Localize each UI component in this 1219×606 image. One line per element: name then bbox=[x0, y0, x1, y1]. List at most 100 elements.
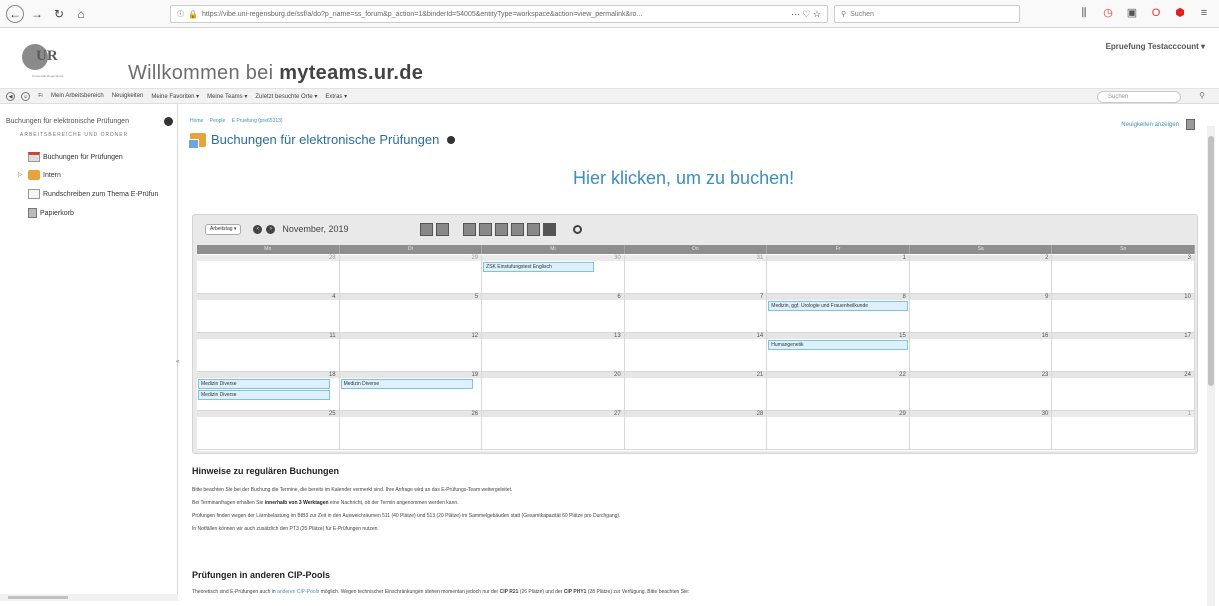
browser-search[interactable]: ⚲ Suchen bbox=[834, 5, 1020, 23]
menu-favorites[interactable]: Meine Favoriten ▾ bbox=[151, 93, 199, 100]
calendar-day[interactable]: 10 bbox=[1052, 294, 1195, 333]
calendar-day[interactable]: 14 bbox=[624, 333, 768, 372]
menu-extras[interactable]: Extras ▾ bbox=[325, 93, 347, 100]
site-header: UR Universität Regensburg Willkommen bei… bbox=[0, 28, 1219, 88]
view-workweek-button[interactable] bbox=[463, 222, 477, 236]
view-day-button[interactable] bbox=[420, 222, 434, 236]
day-number: 2 bbox=[1045, 255, 1049, 261]
gear-icon[interactable] bbox=[447, 135, 456, 144]
filr-icon[interactable]: Fi bbox=[36, 92, 45, 101]
calendar-day[interactable]: 15 bbox=[767, 333, 910, 372]
people-icon[interactable]: ☺ bbox=[21, 91, 30, 101]
breadcrumb-home[interactable]: Home bbox=[190, 118, 203, 124]
university-logo[interactable]: UR Universität Regensburg bbox=[22, 44, 64, 84]
sidebar-item-circulars[interactable]: Rundschreiben zum Thema E-Prüfun bbox=[28, 189, 158, 199]
view-month-button[interactable] bbox=[511, 222, 525, 236]
calendar-day[interactable]: 6 bbox=[482, 294, 625, 333]
search-icon[interactable]: ⚲ bbox=[1199, 91, 1205, 100]
calendar-day[interactable]: 31 bbox=[624, 255, 768, 294]
horizontal-scrollbar[interactable] bbox=[0, 594, 178, 601]
calendar-day[interactable]: 28 bbox=[197, 255, 340, 294]
user-menu[interactable]: Epruefung Testacccount ▾ bbox=[1106, 42, 1205, 51]
calendar-day[interactable]: 20 bbox=[482, 372, 625, 411]
settings-icon[interactable] bbox=[573, 224, 583, 234]
calendar-event[interactable]: Medizin Diverse bbox=[198, 390, 331, 400]
menu-icon[interactable]: ≡ bbox=[1197, 6, 1211, 20]
menu-my-workspace[interactable]: Mein Arbeitsbereich bbox=[51, 93, 104, 99]
calendar-day[interactable]: 17 bbox=[1052, 333, 1195, 372]
calendar-event[interactable]: Medizin Diverse bbox=[340, 379, 473, 389]
breadcrumb-user[interactable]: E Pruefung (pre65313) bbox=[232, 118, 283, 124]
calendar-day[interactable]: 27 bbox=[482, 411, 625, 450]
collapse-sidebar-icon[interactable]: « bbox=[176, 359, 179, 365]
menu-recent-places[interactable]: Zuletzt besuchte Orte ▾ bbox=[255, 93, 317, 100]
calendar-day[interactable]: 26 bbox=[339, 411, 483, 450]
calendar-day[interactable]: 30 bbox=[909, 411, 1053, 450]
calendar-event[interactable]: Medizin, ggf. Urologie und Frauenheilkun… bbox=[768, 301, 908, 311]
sidebar-item-bookings[interactable]: Buchungen für Prüfungen bbox=[28, 152, 123, 162]
month-label: November, 2019 bbox=[282, 224, 349, 234]
view-3day-button[interactable] bbox=[436, 222, 450, 236]
page-actions[interactable]: ··· ♡ ☆ bbox=[791, 9, 821, 20]
calendar-day[interactable]: 28 bbox=[624, 411, 768, 450]
view-select[interactable]: Arbeitstag ▾ bbox=[205, 223, 242, 235]
book-link[interactable]: Hier klicken, um zu buchen! bbox=[573, 168, 794, 189]
calendar-day[interactable]: 19 bbox=[339, 372, 483, 411]
calendar-day[interactable]: 7 bbox=[624, 294, 768, 333]
calendar-day[interactable]: 29 bbox=[767, 411, 910, 450]
pocket-icon[interactable]: ◷ bbox=[1101, 6, 1115, 20]
calendar-event[interactable]: Humangenetik bbox=[768, 340, 908, 350]
calendar-day[interactable]: 25 bbox=[197, 411, 340, 450]
calendar-day[interactable]: 3 bbox=[1052, 255, 1195, 294]
home-button[interactable]: ⌂ bbox=[72, 5, 90, 23]
calendar-day[interactable]: 22 bbox=[767, 372, 910, 411]
info-icon[interactable]: ⓘ bbox=[177, 9, 184, 19]
calendar-day[interactable]: 23 bbox=[909, 372, 1053, 411]
scrollbar[interactable] bbox=[1207, 126, 1215, 606]
sidebar-item-intern[interactable]: Intern bbox=[28, 170, 61, 180]
library-icon[interactable]: ⫼ bbox=[1077, 6, 1091, 20]
calendar-day[interactable]: 4 bbox=[197, 294, 340, 333]
calendar-day[interactable]: 1 bbox=[1052, 411, 1195, 450]
calendar-day[interactable]: 16 bbox=[909, 333, 1053, 372]
menu-my-teams[interactable]: Meine Teams ▾ bbox=[207, 93, 247, 100]
calendar-event[interactable]: Medizin Diverse bbox=[198, 379, 331, 389]
url-bar[interactable]: ⓘ 🔒 https://vibe.uni-regensburg.de/ssf/a… bbox=[170, 5, 828, 23]
sidebar-icon[interactable]: ▣ bbox=[1125, 6, 1139, 20]
next-month-icon[interactable]: › bbox=[266, 224, 276, 234]
adblock-icon[interactable]: ⬢ bbox=[1173, 6, 1187, 20]
calendar-day[interactable]: 2 bbox=[909, 255, 1053, 294]
show-news-link[interactable]: Neuigkeiten anzeigen bbox=[1121, 122, 1179, 128]
breadcrumb-people[interactable]: People bbox=[210, 118, 226, 124]
view-2week-button[interactable] bbox=[495, 222, 509, 236]
menu-news[interactable]: Neuigkeiten bbox=[112, 93, 144, 99]
calendar-day[interactable]: 24 bbox=[1052, 372, 1195, 411]
calendar-day[interactable]: 11 bbox=[197, 333, 340, 372]
calendar-day[interactable]: 29 bbox=[339, 255, 483, 294]
workspace-tree-icon[interactable]: ◀ bbox=[6, 91, 15, 101]
sidebar-item-trash[interactable]: Papierkorb bbox=[28, 208, 74, 218]
calendar-day[interactable]: 12 bbox=[339, 333, 483, 372]
site-search-input[interactable]: Suchen bbox=[1097, 91, 1181, 103]
reload-button[interactable]: ↻ bbox=[50, 5, 68, 23]
calendar-day[interactable]: 9 bbox=[909, 294, 1053, 333]
calendar-day[interactable]: 8 bbox=[767, 294, 910, 333]
calendar-day[interactable]: 13 bbox=[482, 333, 625, 372]
trash-icon[interactable] bbox=[1186, 119, 1195, 130]
calendar-event[interactable]: ZSK Einstufungstest Englisch bbox=[483, 262, 595, 272]
calendar-day[interactable]: 5 bbox=[339, 294, 483, 333]
view-week-button[interactable] bbox=[479, 222, 493, 236]
sidebar-title[interactable]: Buchungen für elektronische Prüfungen bbox=[6, 118, 129, 125]
view-grid-button[interactable] bbox=[543, 222, 557, 236]
calendar-day[interactable]: 1 bbox=[767, 255, 910, 294]
prev-month-icon[interactable]: ‹ bbox=[253, 224, 263, 234]
view-list-button[interactable] bbox=[527, 222, 541, 236]
cip-pools-link[interactable]: anderen CIP-Pools bbox=[277, 589, 319, 595]
gear-icon[interactable] bbox=[164, 117, 173, 126]
calendar-day[interactable]: 30 bbox=[482, 255, 625, 294]
expand-icon[interactable]: ▷ bbox=[18, 171, 23, 178]
forward-button[interactable]: → bbox=[28, 5, 46, 23]
back-button[interactable]: ← bbox=[6, 4, 24, 23]
opera-icon[interactable]: O bbox=[1149, 6, 1163, 20]
calendar-day[interactable]: 21 bbox=[624, 372, 768, 411]
